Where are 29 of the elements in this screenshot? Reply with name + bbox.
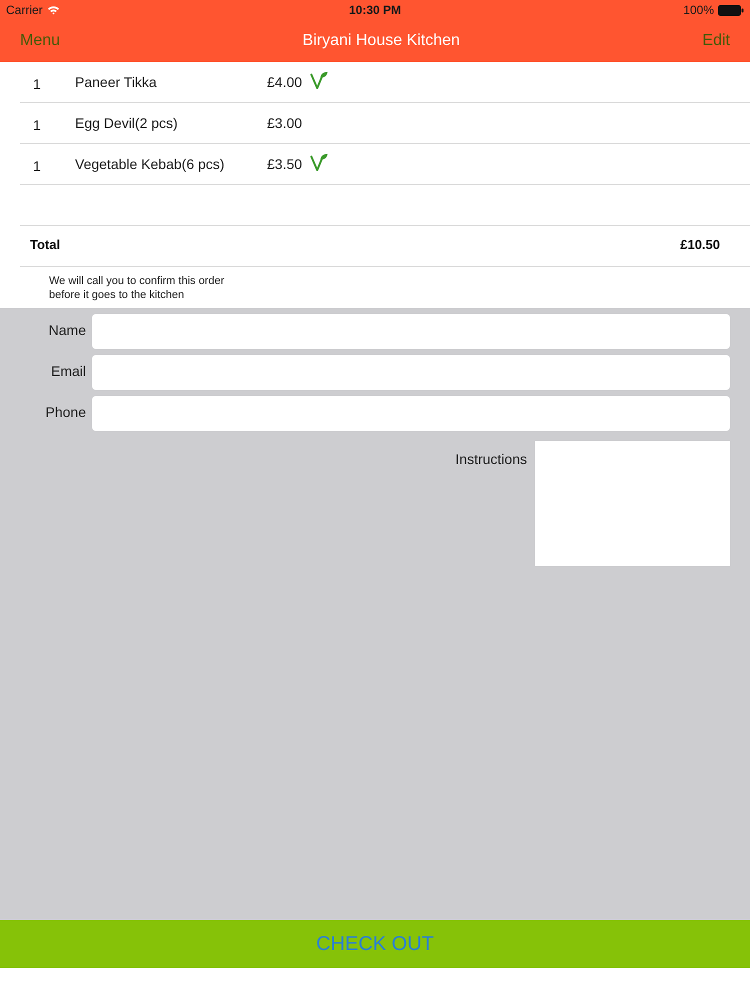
field-label: Name (48, 322, 87, 340)
battery-percent-label: 100% (683, 3, 714, 17)
item-price: £4.00 (267, 74, 302, 90)
checkout-button[interactable]: CHECK OUT (0, 920, 750, 968)
instructions-field[interactable] (535, 441, 730, 566)
time-label: 10:30 PM (348, 3, 402, 17)
wifi-icon (46, 5, 60, 15)
total-label: Total (30, 236, 60, 252)
field-label: Instructions (455, 451, 528, 467)
total-amount: £10.50 (680, 236, 720, 252)
battery-icon (718, 4, 744, 16)
item-name: Vegetable Kebab(6 pcs) (75, 156, 226, 172)
page-title: Biryani House Kitchen (302, 32, 460, 50)
field-label: Email (50, 362, 87, 380)
carrier-label: Carrier (6, 3, 43, 17)
edit-button[interactable]: Edit (700, 32, 732, 50)
item-quantity: 1 (32, 75, 42, 92)
field-label: Phone (44, 404, 87, 422)
item-price: £3.50 (267, 156, 302, 172)
menu-button[interactable]: Menu (18, 32, 62, 50)
input-field[interactable] (92, 355, 730, 390)
input-field[interactable] (92, 396, 730, 431)
item-name: Egg Devil(2 pcs) (75, 115, 179, 131)
item-price: £3.00 (267, 115, 302, 131)
confirmation-note: We will call you to confirm this order before it goes to the kitchen (49, 274, 224, 302)
input-field[interactable] (92, 314, 730, 349)
item-quantity: 1 (32, 157, 42, 174)
item-name: Paneer Tikka (75, 74, 158, 90)
item-quantity: 1 (32, 116, 42, 133)
